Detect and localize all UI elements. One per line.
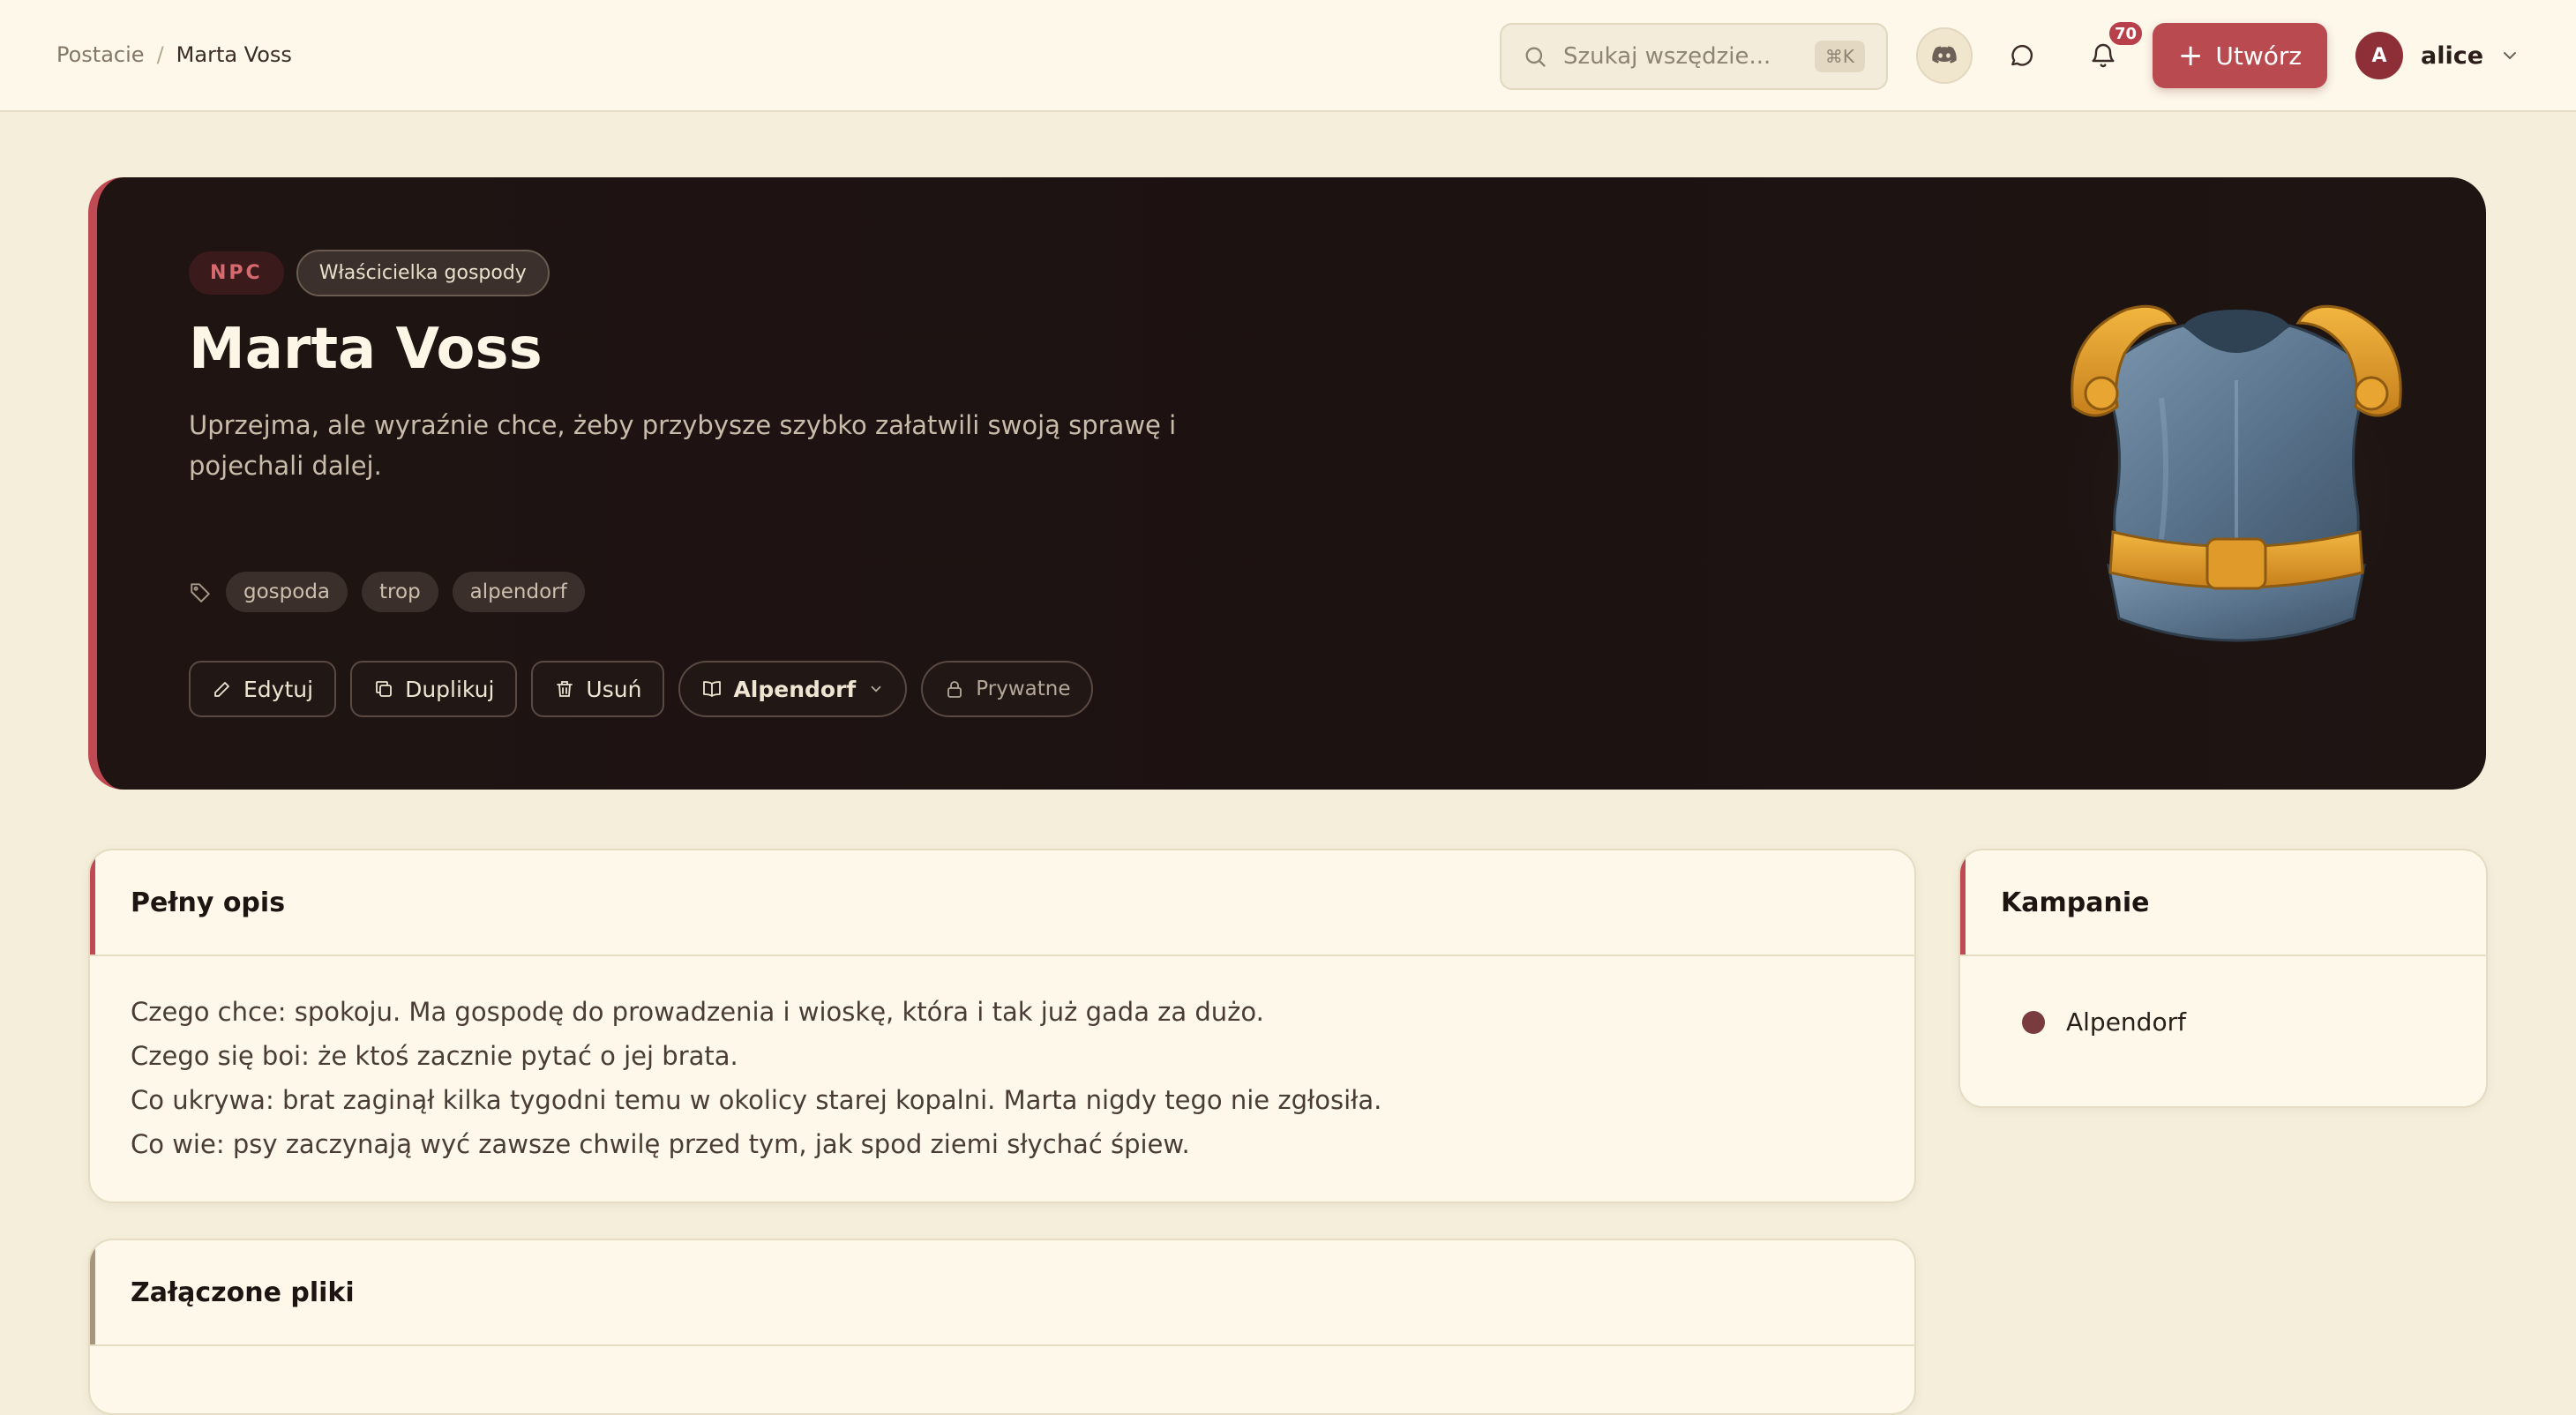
edit-button[interactable]: Edytuj: [189, 661, 337, 717]
create-button[interactable]: + Utwórz: [2153, 23, 2327, 88]
delete-button-label: Usuń: [586, 676, 642, 702]
attached-files-title: Załączone pliki: [131, 1276, 355, 1308]
description-line: Co ukrywa: brat zaginął kilka tygodni te…: [131, 1085, 1382, 1115]
notification-count-badge: 70: [2107, 19, 2145, 48]
campaign-color-dot: [2022, 1010, 2045, 1034]
username: alice: [2421, 41, 2484, 70]
page-title: Marta Voss: [189, 317, 543, 382]
duplicate-button-label: Duplikuj: [405, 676, 495, 702]
keyword-chip[interactable]: trop: [362, 572, 438, 612]
keyword-chip[interactable]: alpendorf: [452, 572, 585, 612]
search-box[interactable]: Szukaj wszędzie... ⌘K: [1500, 23, 1888, 90]
visibility-toggle[interactable]: Prywatne: [921, 661, 1094, 717]
campaigns-card-header: Kampanie: [1960, 850, 2486, 956]
character-actions: Edytuj Duplikuj Usuń Alpendorf Prywatne: [189, 661, 1107, 717]
lock-icon: [947, 681, 962, 698]
role-badge: Właścicielka gospody: [296, 250, 550, 296]
search-icon: [1525, 47, 1546, 67]
keyword-chip[interactable]: gospoda: [226, 572, 348, 612]
chat-bubble-icon: [2011, 44, 2033, 66]
description-line: Co wie: psy zaczynają wyć zawsze chwilę …: [131, 1129, 1190, 1159]
visibility-label: Prywatne: [976, 678, 1071, 700]
discord-icon: [1932, 46, 1957, 64]
avatar: A: [2355, 32, 2403, 79]
description-line: Czego chce: spokoju. Ma gospodę do prowa…: [131, 997, 1264, 1027]
character-summary: Uprzejma, ale wyraźnie chce, żeby przyby…: [189, 410, 1177, 481]
character-hero: NPC Właścicielka gospody Marta Voss Uprz…: [88, 177, 2486, 790]
create-button-label: Utwórz: [2215, 41, 2303, 71]
campaign-select-label: Alpendorf: [733, 676, 857, 702]
trash-icon: [557, 681, 573, 697]
book-icon: [703, 681, 722, 697]
keyword-list: gospoda trop alpendorf: [189, 572, 599, 612]
hero-tags: NPC Właścicielka gospody: [189, 250, 550, 296]
breadcrumb-separator: /: [156, 42, 164, 67]
messages-button[interactable]: [1994, 27, 2050, 84]
top-bar: Postacie / Marta Voss Szukaj wszędzie...…: [0, 0, 2576, 112]
attached-files-card: Załączone pliki: [88, 1239, 1916, 1415]
type-badge: NPC: [189, 251, 284, 295]
duplicate-button[interactable]: Duplikuj: [350, 661, 518, 717]
description-title: Pełny opis: [131, 887, 286, 918]
tag-icon: [191, 583, 210, 603]
description-card-header: Pełny opis: [90, 850, 1914, 956]
delete-button[interactable]: Usuń: [531, 661, 665, 717]
chevron-down-icon: [871, 685, 881, 693]
edit-button-label: Edytuj: [243, 676, 314, 702]
campaigns-title: Kampanie: [2001, 887, 2150, 918]
chevron-down-icon: [2504, 52, 2517, 60]
copy-icon: [376, 681, 392, 697]
armor-breastplate-icon: [2033, 301, 2439, 689]
campaigns-card: Kampanie Alpendorf: [1958, 849, 2488, 1108]
description-line: Czego się boi: że ktoś zacznie pytać o j…: [131, 1041, 738, 1071]
pencil-icon: [214, 682, 229, 697]
search-shortcut-hint: ⌘K: [1814, 41, 1865, 72]
search-input[interactable]: Szukaj wszędzie...: [1563, 43, 1815, 70]
campaign-name: Alpendorf: [2066, 1007, 2186, 1037]
plus-icon: +: [2177, 38, 2204, 73]
breadcrumb: Postacie / Marta Voss: [56, 42, 292, 67]
campaign-select[interactable]: Alpendorf: [678, 661, 908, 717]
breadcrumb-parent-link[interactable]: Postacie: [56, 42, 145, 67]
user-menu[interactable]: A alice: [2355, 32, 2520, 79]
discord-button[interactable]: [1916, 27, 1973, 84]
campaign-list-item[interactable]: Alpendorf: [1960, 956, 2486, 1037]
description-card: Pełny opis Czego chce: spokoju. Ma gospo…: [88, 849, 1916, 1203]
description-body: Czego chce: spokoju. Ma gospodę do prowa…: [90, 956, 1914, 1200]
breadcrumb-current: Marta Voss: [176, 42, 292, 67]
attached-files-header: Załączone pliki: [90, 1240, 1914, 1346]
